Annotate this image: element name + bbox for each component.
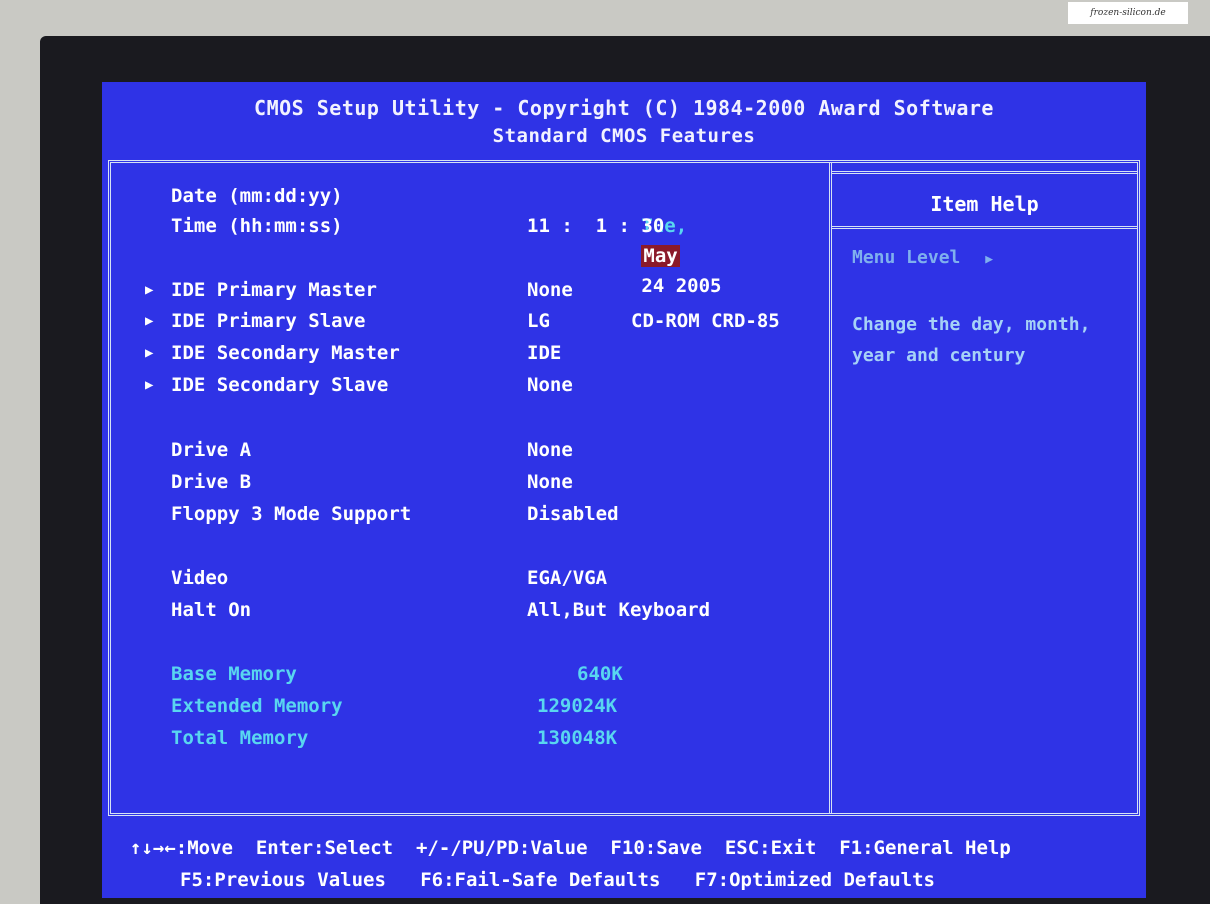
settings-frame: Date (mm:dd:yy) Tue, May 24 2005 Time (h… bbox=[108, 160, 1140, 816]
key-help-line-2: F5:Previous Values F6:Fail-Safe Defaults… bbox=[180, 869, 935, 891]
setting-label: Drive B bbox=[171, 471, 252, 493]
setting-value[interactable]: None bbox=[527, 435, 573, 465]
setting-drive-b[interactable]: Drive B None bbox=[111, 467, 827, 497]
setting-value: None bbox=[527, 374, 573, 396]
setting-label: Base Memory bbox=[171, 663, 297, 685]
setting-time[interactable]: Time (hh:mm:ss) 11 : 1 : 30 bbox=[111, 211, 827, 241]
setting-label: Extended Memory bbox=[171, 695, 343, 717]
info-extended-memory: Extended Memory 129024K bbox=[111, 691, 827, 721]
setting-label: IDE Primary Master bbox=[171, 279, 377, 301]
submenu-ide-primary-master[interactable]: ▶ IDE Primary Master None bbox=[111, 275, 827, 305]
item-help-title: Item Help bbox=[832, 171, 1137, 229]
info-total-memory: Total Memory 130048K bbox=[111, 723, 827, 753]
menu-level: Menu Level ▶ bbox=[852, 247, 993, 268]
menu-level-label: Menu Level bbox=[852, 247, 961, 268]
setting-halt-on[interactable]: Halt On All,But Keyboard bbox=[111, 595, 827, 625]
watermark: frozen-silicon.de bbox=[1068, 2, 1188, 24]
setting-label: IDE Secondary Master bbox=[171, 342, 400, 364]
setting-value: 129024K bbox=[537, 695, 618, 717]
setting-value[interactable]: 11 : 1 : 30 bbox=[527, 211, 664, 241]
item-help-panel: Item Help Menu Level ▶ Change the day, m… bbox=[832, 163, 1137, 813]
setting-value: 130048K bbox=[537, 727, 618, 749]
setting-label: Time (hh:mm:ss) bbox=[171, 215, 343, 237]
setting-label: Date (mm:dd:yy) bbox=[171, 185, 343, 207]
bios-header: CMOS Setup Utility - Copyright (C) 1984-… bbox=[102, 82, 1146, 150]
setting-label: IDE Secondary Slave bbox=[171, 374, 389, 396]
setting-drive-a[interactable]: Drive A None bbox=[111, 435, 827, 465]
page-title: CMOS Setup Utility - Copyright (C) 1984-… bbox=[254, 96, 994, 120]
setting-label: Drive A bbox=[171, 439, 252, 461]
setting-label: Floppy 3 Mode Support bbox=[171, 503, 412, 525]
info-base-memory: Base Memory 640K bbox=[111, 659, 827, 689]
submenu-ide-secondary-slave[interactable]: ▶ IDE Secondary Slave None bbox=[111, 370, 827, 400]
setting-floppy3[interactable]: Floppy 3 Mode Support Disabled bbox=[111, 499, 827, 529]
submenu-ide-primary-slave[interactable]: ▶ IDE Primary Slave LG CD-ROM CRD-85 bbox=[111, 306, 827, 336]
submenu-arrow-icon: ▶ bbox=[145, 313, 154, 329]
setting-value[interactable]: EGA/VGA bbox=[527, 563, 607, 593]
setting-date[interactable]: Date (mm:dd:yy) Tue, May 24 2005 bbox=[111, 181, 827, 297]
menu-level-arrow-icon: ▶ bbox=[985, 252, 994, 267]
setting-value[interactable]: Disabled bbox=[527, 499, 619, 529]
submenu-arrow-icon: ▶ bbox=[145, 377, 154, 393]
setting-value: None bbox=[527, 279, 573, 301]
setting-label: IDE Primary Slave bbox=[171, 310, 366, 332]
submenu-ide-secondary-master[interactable]: ▶ IDE Secondary Master IDE bbox=[111, 338, 827, 368]
setting-video[interactable]: Video EGA/VGA bbox=[111, 563, 827, 593]
page-subtitle: Standard CMOS Features bbox=[492, 125, 756, 147]
setting-value: IDE bbox=[527, 342, 562, 364]
setting-label: Video bbox=[171, 567, 229, 589]
month-selected[interactable]: May bbox=[641, 245, 680, 267]
submenu-arrow-icon: ▶ bbox=[145, 345, 154, 361]
setting-label: Halt On bbox=[171, 599, 252, 621]
setting-label: Total Memory bbox=[171, 727, 309, 749]
key-help-line-1: ↑↓→←:Move Enter:Select +/-/PU/PD:Value F… bbox=[130, 837, 1011, 859]
settings-panel: Date (mm:dd:yy) Tue, May 24 2005 Time (h… bbox=[111, 163, 832, 813]
setting-value[interactable]: All,But Keyboard bbox=[527, 595, 710, 625]
help-description: Change the day, month, year and century bbox=[852, 314, 1091, 366]
bios-screen: CMOS Setup Utility - Copyright (C) 1984-… bbox=[102, 82, 1146, 898]
setting-value: 640K bbox=[577, 663, 623, 685]
submenu-arrow-icon: ▶ bbox=[145, 282, 154, 298]
setting-value: LG bbox=[527, 310, 550, 332]
setting-value[interactable]: None bbox=[527, 467, 573, 497]
setting-value-device: CD-ROM CRD-85 bbox=[631, 310, 780, 332]
